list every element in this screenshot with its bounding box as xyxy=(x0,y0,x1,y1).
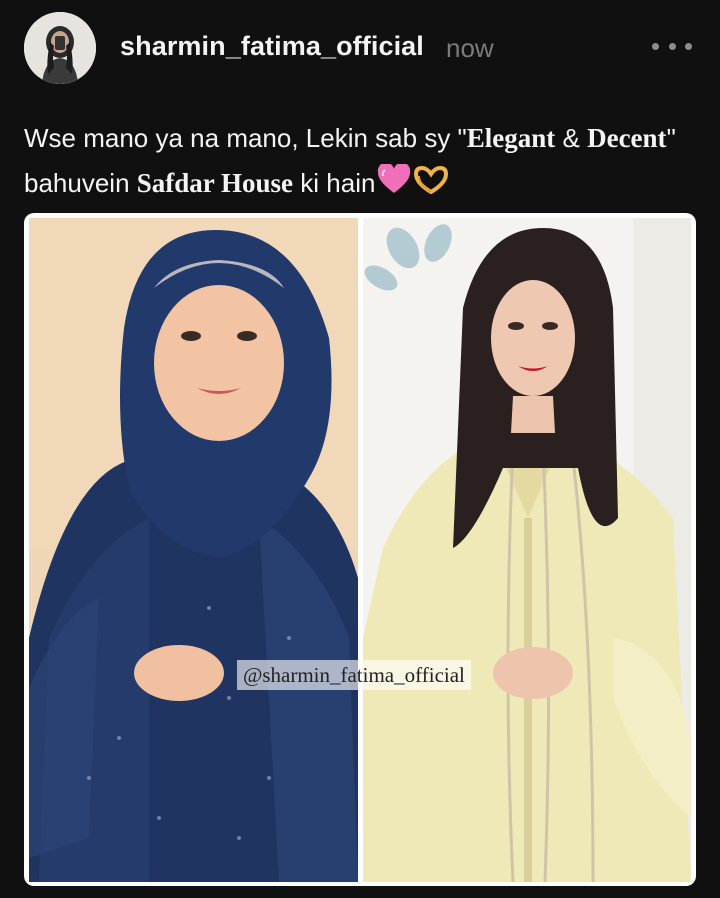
image-watermark: @sharmin_fatima_official xyxy=(237,660,471,690)
caption-text: & xyxy=(555,123,588,153)
caption-text: Wse mano ya na mano, Lekin sab sy " xyxy=(24,123,467,153)
caption-bold-elegant: Elegant xyxy=(466,123,556,153)
photo-cream-outfit xyxy=(363,218,691,882)
heart-hands-icon xyxy=(413,163,449,208)
pink-heart-icon xyxy=(377,162,411,208)
post-image[interactable]: @sharmin_fatima_official xyxy=(24,213,696,886)
avatar-image xyxy=(24,12,96,84)
caption-bold-decent: Decent xyxy=(587,123,667,153)
more-options-icon[interactable] xyxy=(652,34,692,58)
avatar[interactable] xyxy=(24,12,96,84)
post-caption: Wse mano ya na mano, Lekin sab sy "Elega… xyxy=(24,116,694,208)
username[interactable]: sharmin_fatima_official xyxy=(120,31,424,62)
post-header: sharmin_fatima_official now xyxy=(0,0,720,100)
timestamp: now xyxy=(446,33,494,63)
caption-bold-safdar-house: Safdar House xyxy=(136,168,294,198)
photo-navy-outfit xyxy=(29,218,358,882)
caption-text: ki hain xyxy=(293,168,376,198)
